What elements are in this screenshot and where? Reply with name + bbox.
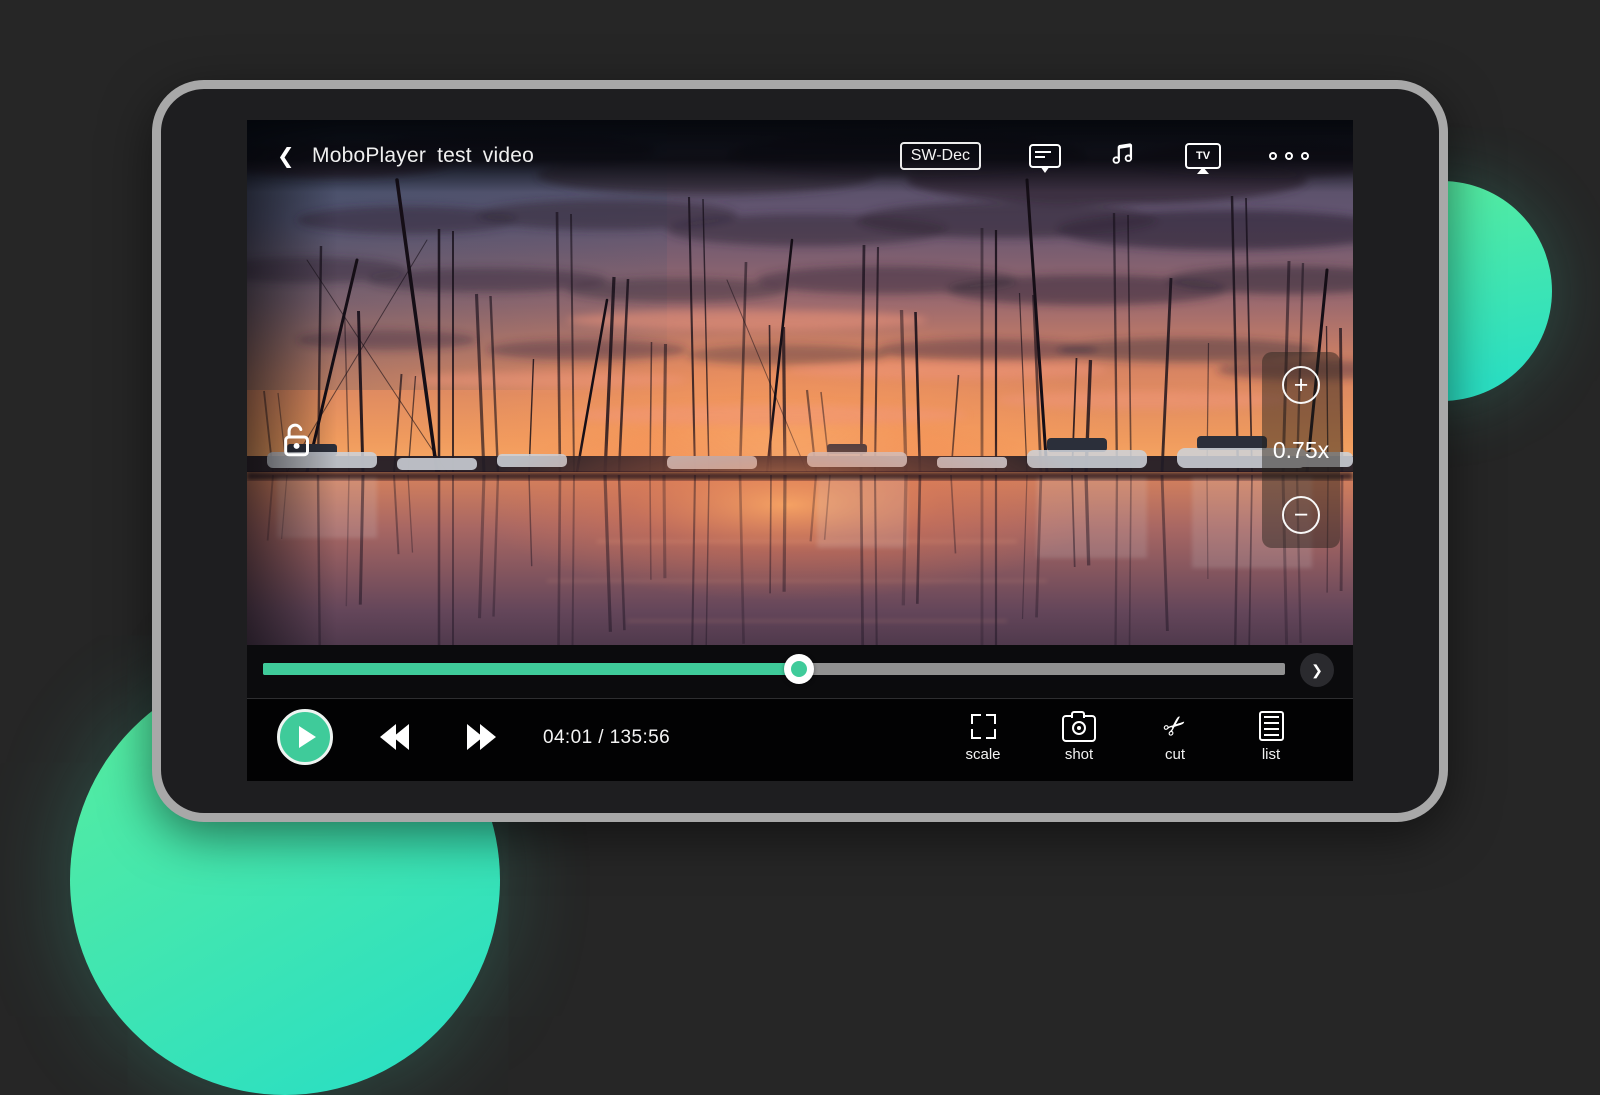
lock-button[interactable] — [273, 418, 319, 464]
video-title: MoboPlayer test video — [312, 144, 534, 168]
seek-thumb[interactable] — [784, 654, 814, 684]
player-controls-bar: 04:01 / 135:56 scale shot ✂ cut — [247, 698, 1353, 781]
video-player-screen[interactable]: ❮ MoboPlayer test video SW-Dec — [247, 120, 1353, 781]
playlist-icon — [1259, 711, 1284, 741]
scale-icon — [971, 714, 996, 739]
scale-button[interactable]: scale — [935, 708, 1031, 763]
unlock-icon — [273, 418, 319, 464]
next-button[interactable]: ❯ — [1300, 653, 1334, 687]
back-button[interactable]: ❮ — [277, 144, 299, 169]
camera-icon — [1062, 715, 1096, 742]
cast-to-tv-icon[interactable]: TV — [1185, 143, 1221, 169]
seek-bar-fill — [263, 663, 799, 675]
progress-row: ❯ — [247, 645, 1353, 698]
play-icon — [299, 726, 316, 748]
play-button[interactable] — [277, 709, 333, 765]
subtitles-icon[interactable] — [1029, 144, 1061, 168]
time-display: 04:01 / 135:56 — [543, 727, 670, 749]
audio-track-icon[interactable] — [1109, 139, 1137, 174]
zoom-speed-panel: + 0.75x − — [1262, 352, 1340, 548]
cut-button[interactable]: ✂ cut — [1127, 708, 1223, 763]
zoom-in-button[interactable]: + — [1282, 366, 1320, 404]
seek-bar[interactable] — [263, 663, 1285, 675]
action-buttons: scale shot ✂ cut list — [935, 708, 1319, 763]
decoder-toggle-button[interactable]: SW-Dec — [900, 142, 981, 170]
list-button[interactable]: list — [1223, 708, 1319, 763]
tv-icon-label: TV — [1196, 150, 1210, 162]
zoom-out-button[interactable]: − — [1282, 496, 1320, 534]
shot-label: shot — [1065, 746, 1093, 763]
rewind-button[interactable] — [380, 724, 409, 750]
cut-label: cut — [1165, 746, 1185, 763]
list-label: list — [1262, 746, 1280, 763]
scissors-icon: ✂ — [1158, 708, 1193, 743]
scale-label: scale — [965, 746, 1000, 763]
tablet-frame: ❮ MoboPlayer test video SW-Dec — [152, 80, 1448, 822]
playback-speed-label: 0.75x — [1273, 437, 1329, 464]
more-options-icon[interactable] — [1269, 152, 1309, 160]
shot-button[interactable]: shot — [1031, 708, 1127, 763]
top-bar-icons: TV — [1029, 139, 1309, 174]
fast-forward-button[interactable] — [467, 724, 496, 750]
player-top-bar: ❮ MoboPlayer test video SW-Dec — [247, 120, 1353, 192]
